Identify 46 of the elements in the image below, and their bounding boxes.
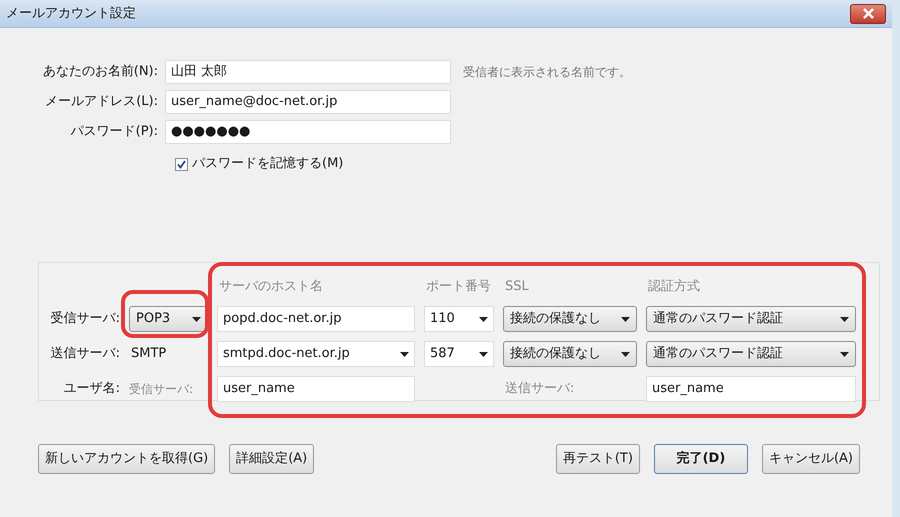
- checkbox-label: パスワードを記憶する(M): [192, 155, 344, 174]
- dropdown[interactable]: 接続の保護なし: [503, 341, 637, 367]
- password-field[interactable]: ●●●●●●●: [165, 120, 451, 144]
- column-header: 認証方式: [647, 278, 701, 296]
- caret-icon: [479, 352, 488, 356]
- column-header: SSL: [504, 278, 530, 296]
- field-label: 受信サーバ:: [129, 381, 194, 398]
- input-field[interactable]: user_name@doc-net.or.jp: [165, 90, 451, 114]
- checkbox[interactable]: [175, 158, 188, 170]
- dropdown[interactable]: 通常のパスワード認証: [646, 306, 856, 332]
- close-button[interactable]: [850, 4, 886, 24]
- input-field[interactable]: user_name: [646, 376, 856, 402]
- caret-icon: [621, 352, 630, 356]
- column-header: ポート番号: [425, 278, 492, 296]
- button[interactable]: 詳細設定(A): [229, 444, 314, 474]
- hint-text: 受信者に表示される名前です。: [463, 64, 631, 81]
- window-title: メールアカウント設定: [6, 4, 136, 23]
- dropdown[interactable]: 587: [424, 341, 494, 367]
- button[interactable]: キャンセル(A): [762, 444, 860, 474]
- dropdown[interactable]: 接続の保護なし: [503, 306, 637, 332]
- button[interactable]: 再テスト(T): [556, 444, 640, 474]
- caret-icon: [621, 316, 630, 322]
- input-field[interactable]: user_name: [217, 376, 415, 402]
- caret-icon: [840, 316, 849, 322]
- button[interactable]: 新しいアカウントを取得(G): [38, 444, 216, 474]
- input-field[interactable]: 山田 太郎: [165, 60, 451, 84]
- row-label: 送信サーバ:: [50, 345, 120, 364]
- field-label: 送信サーバ:: [504, 380, 576, 398]
- row-label: 受信サーバ:: [50, 310, 120, 328]
- column-header: サーバのホスト名: [218, 278, 324, 296]
- dropdown[interactable]: 通常のパスワード認証: [646, 341, 856, 367]
- field-label: メールアドレス(L):: [44, 93, 159, 112]
- field-label: あなたのお名前(N):: [42, 63, 159, 82]
- dropdown[interactable]: smtpd.doc-net.or.jp: [217, 341, 415, 367]
- field-label: パスワード(P):: [70, 123, 159, 142]
- caret-icon: [840, 352, 849, 356]
- protocol-text: SMTP: [130, 345, 168, 364]
- caret-icon: [400, 352, 409, 356]
- dropdown[interactable]: POP3: [129, 306, 208, 332]
- input-field[interactable]: popd.doc-net.or.jp: [217, 306, 415, 332]
- button[interactable]: 完了(D): [654, 444, 748, 474]
- caret-icon: [479, 316, 488, 322]
- caret-icon: [192, 316, 201, 322]
- dropdown[interactable]: 110: [424, 306, 494, 332]
- row-label: ユーザ名:: [62, 380, 120, 398]
- close-icon: [862, 8, 874, 19]
